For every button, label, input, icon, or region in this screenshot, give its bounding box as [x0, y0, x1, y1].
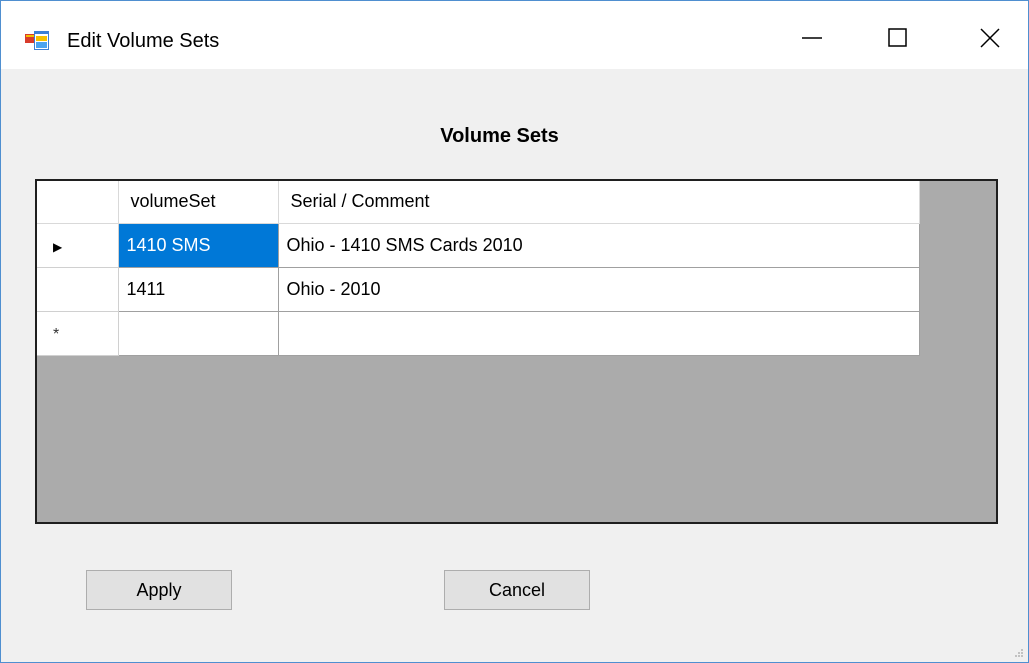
minimize-button[interactable] — [783, 15, 841, 61]
apply-button[interactable]: Apply — [86, 570, 232, 610]
application-icon — [25, 31, 49, 50]
cell-volumeset[interactable]: 1411 — [118, 267, 279, 312]
grid-corner-cell[interactable] — [37, 181, 119, 224]
new-row[interactable]: * — [37, 311, 920, 356]
grid-header-row: volumeSet Serial / Comment — [37, 181, 920, 224]
cell-serial-comment[interactable]: Ohio - 1410 SMS Cards 2010 — [278, 223, 920, 268]
close-button[interactable] — [961, 15, 1019, 61]
table-row[interactable]: 1411 Ohio - 2010 — [37, 267, 920, 312]
grid-table: volumeSet Serial / Comment ▶ 1410 SMS Oh… — [37, 181, 920, 356]
maximize-button[interactable] — [869, 15, 927, 61]
title-bar[interactable]: Edit Volume Sets — [1, 1, 1028, 69]
resize-grip-icon[interactable] — [1012, 646, 1024, 658]
volume-sets-heading: Volume Sets — [440, 125, 559, 147]
new-row-asterisk-icon: * — [53, 325, 60, 343]
row-header[interactable]: ▶ — [37, 223, 119, 268]
row-header[interactable]: * — [37, 311, 119, 356]
close-icon — [980, 28, 1000, 48]
cancel-button[interactable]: Cancel — [444, 570, 590, 610]
edit-volume-sets-window: Edit Volume Sets Volume Sets volumeSet S… — [0, 0, 1029, 663]
cell-serial-comment[interactable] — [278, 311, 920, 356]
cell-volumeset[interactable] — [118, 311, 279, 356]
window-title: Edit Volume Sets — [67, 30, 220, 52]
cell-serial-comment[interactable]: Ohio - 2010 — [278, 267, 920, 312]
current-row-arrow-icon: ▶ — [53, 239, 63, 254]
cell-volumeset[interactable]: 1410 SMS — [118, 223, 279, 268]
volume-sets-grid[interactable]: volumeSet Serial / Comment ▶ 1410 SMS Oh… — [35, 179, 998, 524]
row-header[interactable] — [37, 267, 119, 312]
minimize-icon — [802, 37, 822, 39]
maximize-icon — [888, 28, 907, 47]
column-header-volumeset[interactable]: volumeSet — [118, 181, 279, 224]
table-row[interactable]: ▶ 1410 SMS Ohio - 1410 SMS Cards 2010 — [37, 223, 920, 268]
column-header-serial-comment[interactable]: Serial / Comment — [278, 181, 920, 224]
